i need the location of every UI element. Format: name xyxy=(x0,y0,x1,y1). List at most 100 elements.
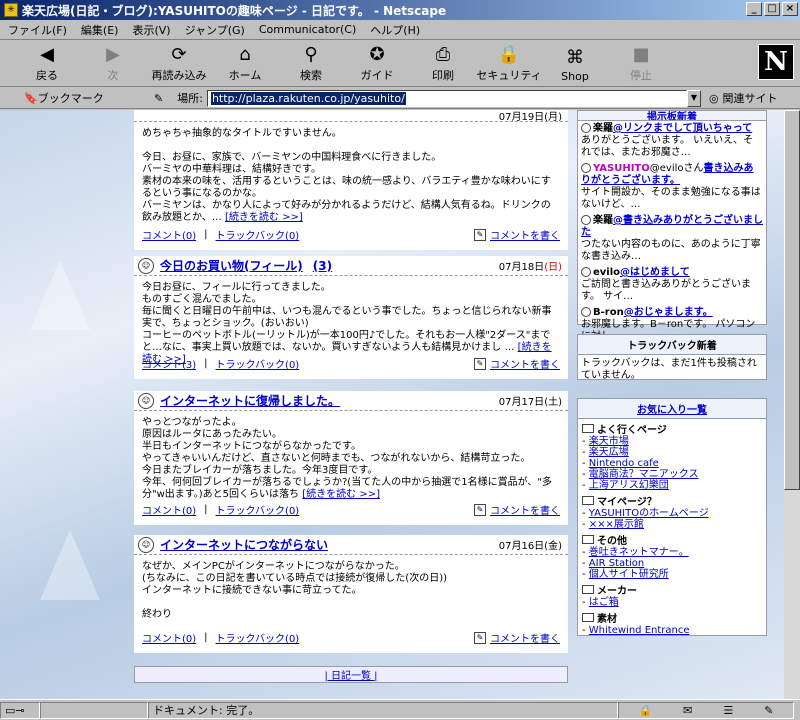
trackback-text: トラックバックは、まだ1件も投稿されていません。 xyxy=(581,358,757,381)
entry-body: 今日お昼に、フィールに行ってきました。 ものすごく混んでました。 毎に聞くと日曜… xyxy=(142,282,552,365)
location-label: 場所: xyxy=(177,92,203,105)
menu-view[interactable]: 表示(V) xyxy=(132,22,170,38)
favorite-link[interactable]: YASUHITOのホームページ xyxy=(589,508,709,519)
toolbar-button-1[interactable]: ▶ 次 xyxy=(80,42,146,86)
trackback-link[interactable]: トラックバック(0) xyxy=(216,227,300,242)
entry-title-link[interactable]: インターネットにつながらない xyxy=(160,536,328,553)
comment-excerpt: ありがとうございます。 いえいえ、それでは、またお邪魔さ… xyxy=(581,135,754,158)
menu-communicator[interactable]: Communicator(C) xyxy=(259,23,356,36)
favorite-link[interactable]: 楽天市場 xyxy=(589,436,629,447)
vertical-scrollbar[interactable] xyxy=(784,110,800,699)
progress-cell xyxy=(40,701,148,719)
related-sites-icon: ◎ xyxy=(708,91,719,105)
location-icon[interactable]: ✎ xyxy=(154,92,163,105)
toolbar-button-6[interactable]: ⎙ 印刷 xyxy=(410,42,476,86)
favorite-link[interactable]: はご箱 xyxy=(589,597,619,608)
read-more-link[interactable]: [続きを読む >>] xyxy=(302,489,380,500)
comment-author: YASUHITO xyxy=(593,163,650,174)
composer-icon[interactable]: ✎ xyxy=(764,704,773,717)
favorite-link[interactable]: 巻吐きネットマナー。 xyxy=(589,547,689,558)
comment-list: 楽羅@リンクまでして頂いちゃって ありがとうございます。 いえいえ、それでは、また… xyxy=(578,121,766,345)
news-icon[interactable]: ☰ xyxy=(723,704,733,717)
window-titlebar[interactable]: ✳ 楽天広場(日記・ブログ):YASUHITOの趣味ページ - 日記です。 - … xyxy=(0,0,800,20)
comment-excerpt: つたない内容のものに、あのように丁寧な書き込み… xyxy=(581,239,761,262)
favorite-link[interactable]: AIR Station xyxy=(589,558,644,569)
favorites-category-label: よく行くページ xyxy=(597,425,667,436)
comment-link[interactable]: @おじゃまします。 xyxy=(624,307,713,318)
write-comment-link[interactable]: コメントを書く xyxy=(490,630,560,645)
write-comment-link[interactable]: コメントを書く xyxy=(490,502,560,517)
toolbar-button-8[interactable]: ⌘ Shop xyxy=(542,42,608,86)
trackback-link[interactable]: トラックバック(0) xyxy=(216,502,300,517)
maximize-button[interactable]: □ xyxy=(764,2,780,16)
reload-icon: ⟳ xyxy=(171,43,187,65)
comment-link[interactable]: コメント(0) xyxy=(142,630,196,645)
toolbar-button-3[interactable]: ⌂ ホーム xyxy=(212,42,278,86)
toolbar-button-9[interactable]: ■ 停止 xyxy=(608,42,674,86)
trackback-link[interactable]: トラックバック(0) xyxy=(216,630,300,645)
comment-link[interactable]: コメント(0) xyxy=(142,227,196,242)
favorites-category: 素材 xyxy=(578,608,766,625)
favorite-link[interactable]: 上海アリス幻樂団 xyxy=(589,480,669,491)
diary-list-link[interactable]: | 日記一覧 | xyxy=(324,667,377,682)
minimize-button[interactable]: _ xyxy=(746,2,762,16)
comments-header-link[interactable]: 掲示板新着 xyxy=(647,111,697,120)
favorite-link-item: - 上海アリス幻樂団 xyxy=(582,480,669,491)
toolbar-button-7[interactable]: 🔒 セキュリティ xyxy=(476,42,542,86)
toolbar-button-label: セキュリティ xyxy=(476,69,542,82)
comment-link[interactable]: コメント(0) xyxy=(142,502,196,517)
background-sail-decoration xyxy=(30,260,90,330)
toolbar-button-label: 検索 xyxy=(300,69,322,82)
close-button[interactable]: × xyxy=(782,2,798,16)
component-bar: 🔒 ✉ ☰ ✎ xyxy=(618,701,794,719)
security-icon[interactable]: 🔒 xyxy=(638,704,652,717)
folder-icon xyxy=(582,496,594,505)
url-dropdown-button[interactable]: ▼ xyxy=(686,89,701,107)
write-comment-link[interactable]: コメントを書く xyxy=(490,227,560,242)
favorite-link-item: - はご箱 xyxy=(582,597,619,608)
toolbar-button-2[interactable]: ⟳ 再読み込み xyxy=(146,42,212,86)
comment-link[interactable]: コメント(3) xyxy=(142,356,196,371)
recent-comments-box: 掲示板新着 楽羅@リンクまでして頂いちゃって ありがとうございます。 いえいえ、そ… xyxy=(577,110,767,342)
favorite-link[interactable]: Nintendo cafe xyxy=(589,458,659,469)
connection-icon: ▭⊸ xyxy=(0,701,40,719)
scrollbar-thumb[interactable] xyxy=(784,110,800,490)
comment-link[interactable]: @はじめまして xyxy=(620,267,690,278)
favorites-header-link[interactable]: お気に入り一覧 xyxy=(637,401,707,416)
toolbar-button-label: 戻る xyxy=(36,69,58,82)
favorite-link[interactable]: 個人サイト研究所 xyxy=(589,569,669,580)
entry-weekday: (土) xyxy=(544,397,562,408)
entry-title-link[interactable]: インターネットに復帰しました。 xyxy=(160,392,340,409)
related-sites-button[interactable]: ◎ 関連サイト xyxy=(709,90,778,106)
comment-item: 楽羅@書き込みありがとうございました つたない内容のものに、あのように丁寧な書き込… xyxy=(578,213,766,265)
favorite-link[interactable]: Whitewind Entrance xyxy=(589,625,690,636)
bookmarks-button[interactable]: 🔖 ブックマーク xyxy=(24,90,154,106)
favorites-category-label: 素材 xyxy=(597,614,617,625)
trackback-link[interactable]: トラックバック(0) xyxy=(216,356,300,371)
favorite-link-item: - 電脳商法？マニアックス xyxy=(582,469,699,480)
diary-entry: 07月19日(月) めちゃちゃ抽象的なタイトルですいません。 今日、お昼に、家族… xyxy=(134,110,568,250)
comment-item: YASUHITO@eviloさん書き込みありがとうございます。 サイト開設か、その… xyxy=(578,161,766,213)
menu-go[interactable]: ジャンプ(G) xyxy=(185,22,245,38)
menu-file[interactable]: ファイル(F) xyxy=(8,22,67,38)
bookmarks-label: ブックマーク xyxy=(37,92,104,105)
comment-link[interactable]: @リンクまでして頂いちゃって xyxy=(613,123,752,134)
favorite-link[interactable]: 楽天広場 xyxy=(589,447,629,458)
smiley-icon: ☺ xyxy=(138,392,154,409)
favorite-link[interactable]: ×××展示館 xyxy=(589,519,644,530)
mail-icon[interactable]: ✉ xyxy=(683,704,692,717)
read-more-link[interactable]: [続きを読む >>] xyxy=(225,212,303,223)
netscape-logo[interactable]: N xyxy=(758,44,794,80)
entry-title-link[interactable]: 今日のお買い物(フィール) xyxy=(160,257,303,274)
write-comment-link[interactable]: コメントを書く xyxy=(490,356,560,371)
toolbar-button-5[interactable]: ✪ ガイド xyxy=(344,42,410,86)
toolbar-button-4[interactable]: ⚲ 検索 xyxy=(278,42,344,86)
menu-help[interactable]: ヘルプ(H) xyxy=(370,22,420,38)
favorite-link[interactable]: 電脳商法？マニアックス xyxy=(589,469,699,480)
url-input[interactable]: http://plaza.rakuten.co.jp/yasuhito/ xyxy=(206,89,687,107)
pencil-icon: ✎ xyxy=(474,228,486,241)
smiley-icon: ☺ xyxy=(138,257,154,274)
menu-edit[interactable]: 編集(E) xyxy=(81,22,119,38)
entry-comment-count[interactable]: (3) xyxy=(313,259,332,273)
toolbar-button-0[interactable]: ◀ 戻る xyxy=(14,42,80,86)
